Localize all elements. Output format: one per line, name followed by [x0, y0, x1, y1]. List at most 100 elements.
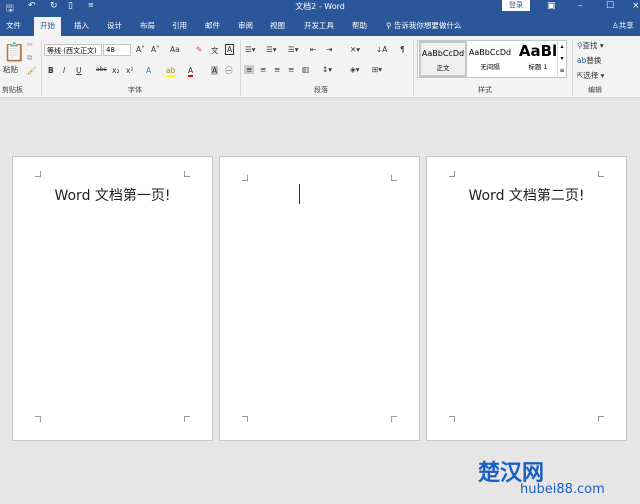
increase-indent-icon[interactable]: ⇥	[326, 45, 332, 54]
select-button[interactable]: ⇱选择 ▾	[577, 70, 604, 81]
tab-layout[interactable]: 布局	[140, 20, 155, 31]
character-shading-icon[interactable]: A	[211, 66, 219, 75]
watermark-url: hubei88.com	[520, 482, 605, 497]
style-no-spacing[interactable]: AaBbCcDd 无间隔	[466, 41, 514, 77]
copy-icon[interactable]: ⧉	[27, 53, 32, 63]
login-button[interactable]: 登录	[502, 0, 530, 11]
tab-mailings[interactable]: 邮件	[205, 20, 220, 31]
style-name: 无间隔	[480, 63, 500, 71]
crop-mark	[184, 171, 190, 177]
justify-icon[interactable]: ≡	[288, 65, 294, 74]
share-label: 共享	[618, 21, 634, 30]
tell-me-search[interactable]: ⚲ 告诉我你想要做什么	[386, 20, 461, 31]
subscript-icon[interactable]: x₂	[112, 66, 119, 75]
page-text[interactable]: Word 文档第二页!	[427, 185, 626, 205]
change-case-button[interactable]: Aa	[170, 45, 180, 54]
minimize-icon[interactable]: –	[578, 1, 583, 11]
font-name-dropdown[interactable]: 等线 (西文正文)	[44, 44, 102, 56]
font-size-dropdown[interactable]: 48	[103, 44, 131, 56]
phonetic-guide-icon[interactable]: 文	[211, 45, 219, 56]
multilevel-list-icon[interactable]: ☰▾	[288, 45, 299, 54]
shading-icon[interactable]: ◈▾	[350, 65, 360, 74]
decrease-indent-icon[interactable]: ⇤	[310, 45, 316, 54]
tab-review[interactable]: 审阅	[238, 20, 253, 31]
show-marks-icon[interactable]: ¶	[400, 45, 405, 54]
divider	[41, 40, 42, 96]
page-2[interactable]	[219, 156, 420, 441]
tab-file[interactable]: 文件	[6, 20, 21, 31]
find-label: 查找	[582, 41, 598, 50]
close-icon[interactable]: ×	[632, 1, 640, 11]
share-button[interactable]: ♙共享	[612, 20, 634, 31]
styles-gallery: AaBbCcDd 正文 AaBbCcDd 无间隔 AaBl 标题 1 ▴ ▾ ≡	[417, 40, 567, 78]
crop-mark	[449, 171, 455, 177]
style-heading-1[interactable]: AaBl 标题 1	[514, 41, 562, 77]
divider	[240, 40, 241, 96]
style-name: 标题 1	[528, 63, 548, 71]
paste-button[interactable]: 粘贴	[3, 64, 18, 75]
tab-insert[interactable]: 插入	[74, 20, 89, 31]
person-icon: ♙	[612, 21, 619, 30]
numbering-icon[interactable]: ☰▾	[266, 45, 277, 54]
tab-view[interactable]: 视图	[270, 20, 285, 31]
format-painter-icon[interactable]: 🖌	[27, 66, 37, 75]
search-icon: ⚲	[386, 21, 394, 30]
page-text[interactable]: Word 文档第一页!	[13, 185, 212, 205]
clear-formatting-icon[interactable]: ✎	[196, 45, 202, 54]
paragraph-group-label: 段落	[314, 86, 328, 94]
distributed-icon[interactable]: ▥	[302, 65, 309, 74]
page-3[interactable]: Word 文档第二页!	[426, 156, 627, 441]
enclose-characters-icon[interactable]: ㊀	[225, 65, 233, 76]
bold-icon[interactable]: B	[48, 66, 54, 75]
bullets-icon[interactable]: ☰▾	[245, 45, 256, 54]
crop-mark	[391, 175, 397, 181]
style-name: 正文	[436, 64, 450, 72]
page-1[interactable]: Word 文档第一页!	[12, 156, 213, 441]
style-normal[interactable]: AaBbCcDd 正文	[419, 41, 467, 77]
tab-references[interactable]: 引用	[172, 20, 187, 31]
underline-icon[interactable]: U	[76, 66, 82, 75]
tab-developer[interactable]: 开发工具	[304, 20, 334, 31]
align-left-icon[interactable]: ≡	[244, 65, 255, 74]
editing-group-label: 编辑	[588, 86, 602, 94]
character-border-icon[interactable]: A	[225, 44, 235, 55]
tab-design[interactable]: 设计	[107, 20, 122, 31]
maximize-icon[interactable]: ☐	[606, 1, 614, 11]
style-preview: AaBbCcDd	[468, 48, 512, 57]
superscript-icon[interactable]: x²	[126, 66, 133, 75]
grow-font-icon[interactable]: A˄	[136, 45, 145, 54]
replace-button[interactable]: ab替换	[577, 55, 601, 66]
styles-scroll[interactable]: ▴ ▾ ≡	[557, 41, 566, 77]
line-spacing-icon[interactable]: ↕▾	[322, 65, 332, 74]
crop-mark	[35, 416, 41, 422]
cut-icon[interactable]: ✂	[27, 40, 33, 49]
italic-icon[interactable]: I	[63, 66, 65, 75]
text-effects-icon[interactable]: A	[146, 66, 151, 75]
style-preview: AaBl	[518, 42, 558, 60]
shrink-font-icon[interactable]: A˅	[151, 45, 160, 54]
crop-mark	[242, 175, 248, 181]
crop-mark	[391, 416, 397, 422]
align-right-icon[interactable]: ≡	[274, 65, 280, 74]
tab-help[interactable]: 帮助	[352, 20, 367, 31]
tell-me-label: 告诉我你想要做什么	[393, 21, 462, 30]
find-button[interactable]: ⚲查找 ▾	[577, 40, 604, 51]
crop-mark	[598, 416, 604, 422]
highlight-icon[interactable]: ab	[166, 66, 176, 77]
ribbon-display-icon[interactable]: ▣	[547, 1, 556, 11]
window-title: 文档2 - Word	[295, 2, 345, 11]
paste-icon[interactable]: 📋	[3, 42, 25, 63]
tab-home[interactable]: 开始	[34, 17, 61, 36]
crop-mark	[35, 171, 41, 177]
asian-layout-icon[interactable]: ✕▾	[350, 45, 360, 54]
align-center-icon[interactable]: ≡	[260, 65, 266, 74]
ribbon-tabs: 文件 开始 插入 设计 布局 引用 邮件 审阅 视图 开发工具 帮助 ⚲ 告诉我…	[0, 14, 640, 36]
strikethrough-icon[interactable]: abc	[96, 66, 107, 73]
divider	[572, 40, 573, 96]
borders-icon[interactable]: ⊞▾	[372, 65, 382, 74]
replace-icon: ab	[577, 56, 587, 65]
font-color-icon[interactable]: A	[188, 66, 194, 77]
crop-mark	[449, 416, 455, 422]
replace-label: 替换	[586, 56, 602, 65]
sort-icon[interactable]: ↓A	[376, 45, 387, 54]
